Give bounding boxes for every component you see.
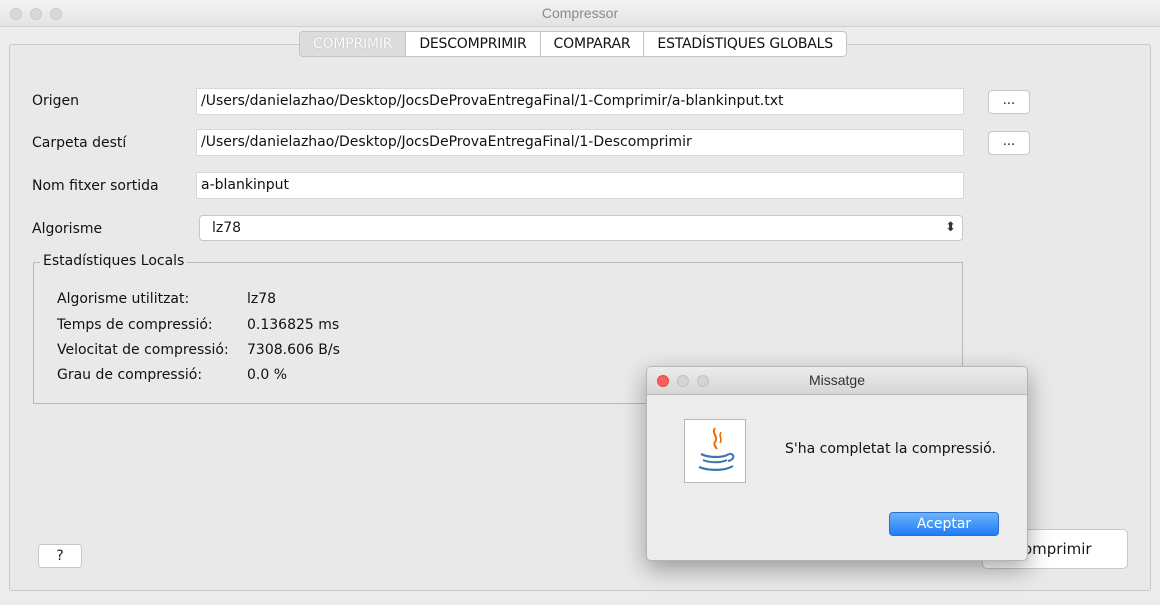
algorithm-selected-value: lz78 <box>212 220 242 236</box>
origin-browse-button[interactable]: ... <box>988 90 1030 114</box>
accept-button[interactable]: Aceptar <box>889 512 999 536</box>
stat-value-ratio: 0.0 % <box>247 367 288 383</box>
stat-value-time: 0.136825 ms <box>247 317 340 333</box>
dest-folder-field[interactable]: /Users/danielazhao/Desktop/JocsDeProvaEn… <box>196 129 964 156</box>
origin-label: Origen <box>32 93 80 109</box>
origin-field[interactable]: /Users/danielazhao/Desktop/JocsDeProvaEn… <box>196 88 964 115</box>
stat-label-algorithm: Algorisme utilitzat: <box>57 291 190 307</box>
tab-descomprimir[interactable]: DESCOMPRIMIR <box>406 32 541 56</box>
algorithm-label: Algorisme <box>32 221 103 237</box>
stat-value-speed: 7308.606 B/s <box>247 342 340 358</box>
dest-browse-button[interactable]: ... <box>988 131 1030 155</box>
output-name-label: Nom fitxer sortida <box>32 178 159 194</box>
stat-label-ratio: Grau de compressió: <box>57 367 203 383</box>
window-titlebar: Compressor <box>0 0 1160 27</box>
dialog-message: S'ha completat la compressió. <box>785 441 996 457</box>
algorithm-select[interactable]: lz78 ⬍ <box>199 215 963 241</box>
stat-label-time: Temps de compressió: <box>57 317 213 333</box>
output-name-field[interactable]: a-blankinput <box>196 172 964 199</box>
dialog-title: Missatge <box>808 372 866 388</box>
help-button[interactable]: ? <box>38 544 82 568</box>
tab-comparar[interactable]: COMPARAR <box>541 32 645 56</box>
dest-label: Carpeta destí <box>32 135 127 151</box>
java-icon <box>684 419 746 483</box>
dialog-titlebar: Missatge <box>647 367 1027 395</box>
stat-label-speed: Velocitat de compressió: <box>57 342 229 358</box>
stat-value-algorithm: lz78 <box>247 291 277 307</box>
tab-estadistiques-globals[interactable]: ESTADÍSTIQUES GLOBALS <box>644 32 846 56</box>
window-title: Compressor <box>541 5 619 21</box>
local-stats-title: Estadístiques Locals <box>40 253 188 269</box>
updown-chevron-icon: ⬍ <box>945 220 956 235</box>
tab-bar: COMPRIMIR DESCOMPRIMIR COMPARAR ESTADÍST… <box>299 31 847 57</box>
tab-comprimir[interactable]: COMPRIMIR <box>300 32 407 56</box>
message-dialog: Missatge S'ha completat la compressió. A… <box>646 366 1028 561</box>
